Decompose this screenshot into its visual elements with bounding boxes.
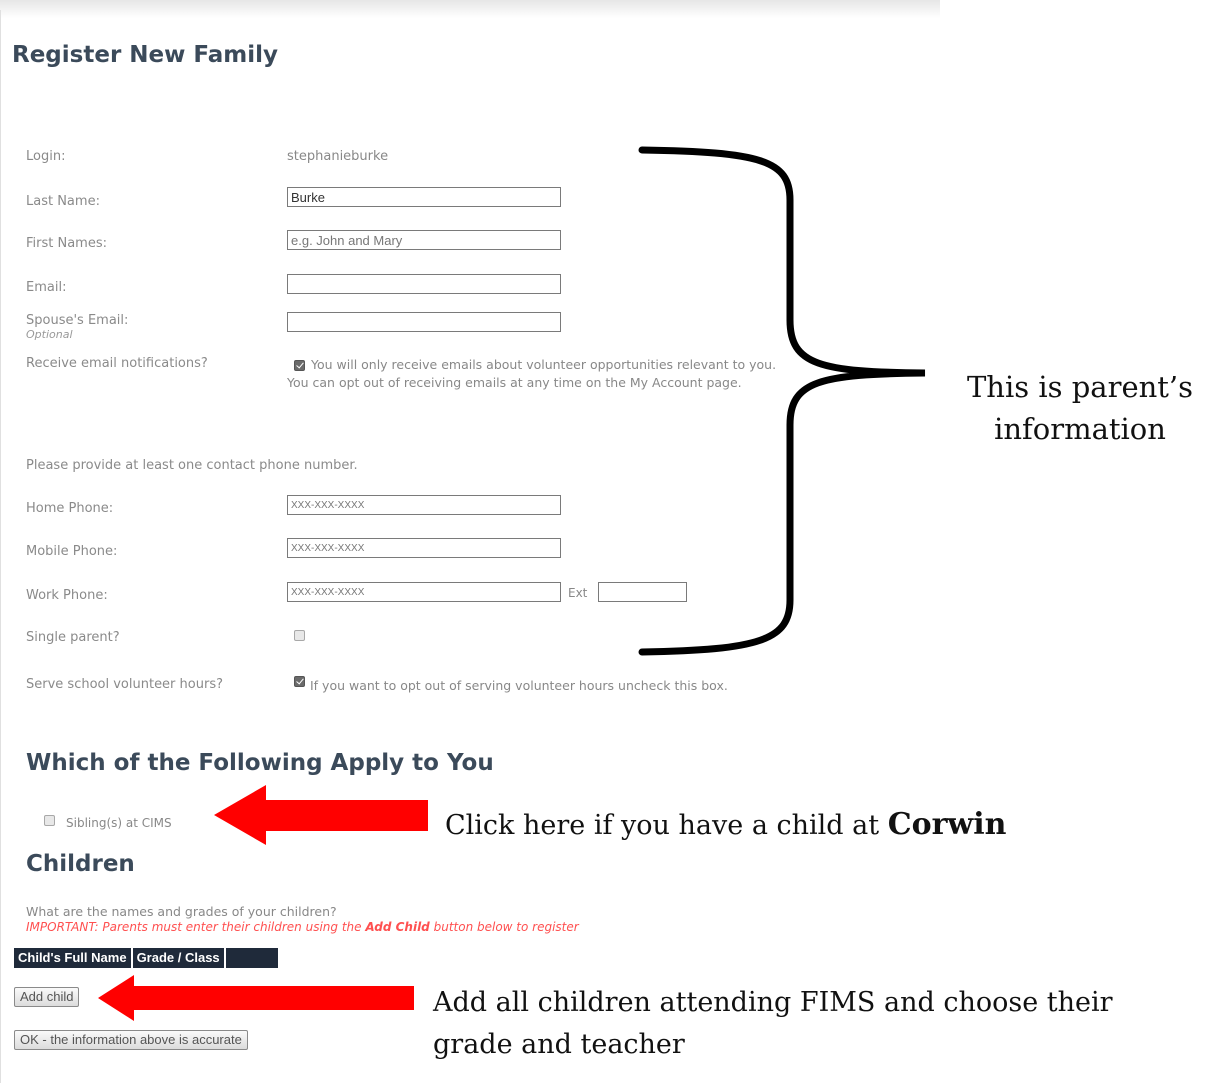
sibling-annotation-bold: Corwin (887, 807, 1007, 842)
sibling-annotation: Click here if you have a child at Corwin (445, 807, 1006, 842)
annotation-overlay (98, 146, 926, 1021)
parent-info-line1: This is parent’s (966, 370, 1194, 404)
parent-info-brace (638, 146, 926, 656)
parent-info-annotation: This is parent’s information (948, 366, 1212, 450)
add-child-annotation: Add all children attending FIMS and choo… (433, 982, 1113, 1066)
add-child-arrow (98, 975, 414, 1021)
sibling-arrow (214, 785, 428, 845)
sibling-annotation-text: Click here if you have a child at (445, 810, 888, 841)
add-child-annotation-line2: grade and teacher (433, 1029, 685, 1060)
add-child-annotation-line1: Add all children attending FIMS and choo… (433, 987, 1113, 1018)
parent-info-line2: information (994, 412, 1166, 446)
